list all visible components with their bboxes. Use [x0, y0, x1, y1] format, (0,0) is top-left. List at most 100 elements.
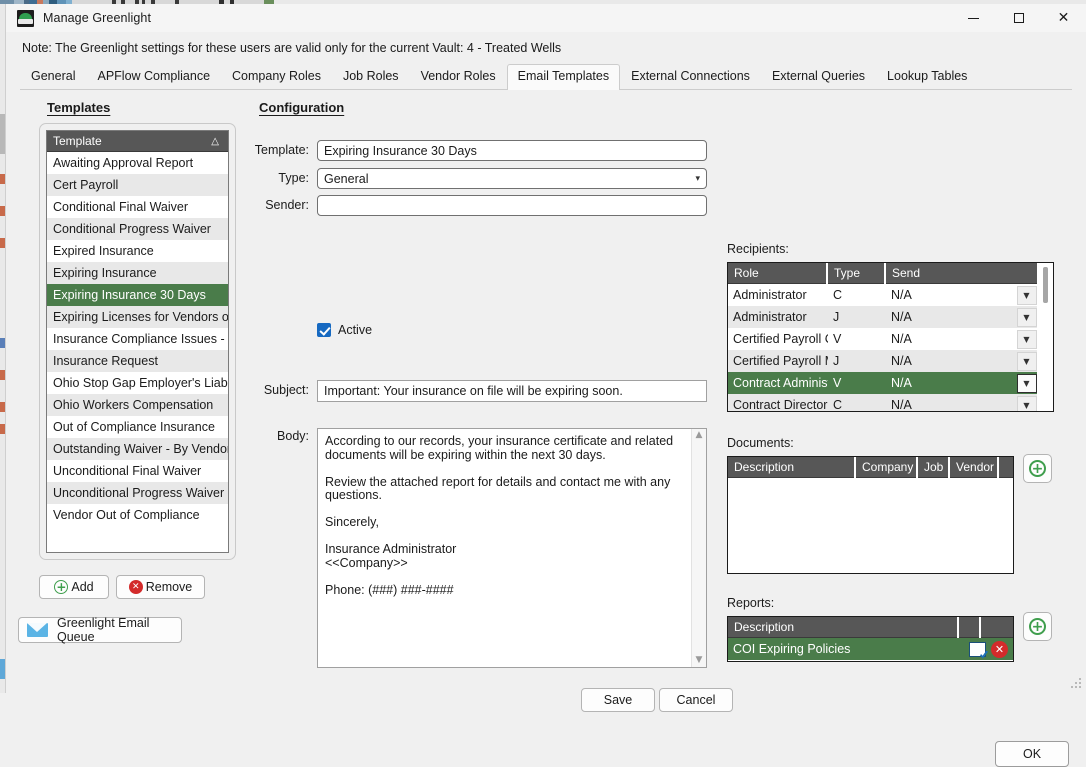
sort-ascending-icon: △: [211, 135, 219, 147]
template-list-item[interactable]: Expiring Licenses for Vendors on th...: [47, 306, 228, 328]
content-area: Templates Template △ Awaiting Approval R…: [6, 90, 1086, 767]
template-list-item[interactable]: Outstanding Waiver - By Vendor By...: [47, 438, 228, 460]
templates-column-header: Template: [53, 134, 102, 148]
template-list-item[interactable]: Vendor Out of Compliance: [47, 504, 228, 526]
recipient-role: Contract Director: [733, 398, 828, 411]
greenlight-app-icon: [17, 9, 34, 27]
add-template-button[interactable]: + Add: [39, 575, 109, 599]
maximize-button[interactable]: [996, 4, 1041, 32]
remove-template-button[interactable]: ✕ Remove: [116, 575, 205, 599]
tab-apflow-compliance[interactable]: APFlow Compliance: [86, 64, 221, 89]
reports-column-description: Description: [728, 617, 959, 638]
chevron-down-icon: ▼: [1016, 329, 1037, 349]
chevron-down-icon: ▼: [1016, 395, 1037, 411]
add-report-button[interactable]: +: [1023, 612, 1052, 641]
tab-email-templates[interactable]: Email Templates: [506, 64, 621, 90]
body-textarea[interactable]: According to our records, your insurance…: [318, 429, 691, 667]
subject-field-label: Subject:: [263, 383, 309, 397]
recipient-row[interactable]: Administrator J N/A ▼: [728, 306, 1037, 328]
manage-greenlight-window: Manage Greenlight ✕ Note: The Greenlight…: [5, 4, 1086, 767]
report-row[interactable]: COI Expiring Policies ✕: [728, 638, 1013, 660]
template-list-item-label: Expired Insurance: [53, 244, 154, 258]
recipient-type: V: [833, 376, 842, 390]
scroll-down-icon[interactable]: ▼: [696, 656, 703, 665]
email-queue-label: Greenlight Email Queue: [57, 616, 150, 644]
tab-general[interactable]: General: [20, 64, 86, 89]
recipient-send: N/A: [891, 376, 912, 390]
greenlight-email-queue-button[interactable]: Greenlight Email Queue: [18, 616, 182, 644]
recipient-send: N/A: [891, 354, 912, 368]
template-list-item[interactable]: Ohio Workers Compensation: [47, 394, 228, 416]
recipient-send-dropdown[interactable]: ▼: [1011, 350, 1037, 372]
body-scrollbar[interactable]: ▲ ▼: [691, 429, 706, 667]
recipients-label: Recipients:: [727, 242, 789, 256]
template-list-item[interactable]: Expiring Insurance: [47, 262, 228, 284]
template-list-item-label: Outstanding Waiver - By Vendor By...: [53, 442, 228, 456]
recipients-scrollbar[interactable]: [1037, 263, 1053, 411]
plus-circle-icon: +: [54, 580, 69, 594]
reports-grid[interactable]: Description COI Expiring Policies ✕: [727, 616, 1014, 662]
template-list-item[interactable]: Insurance Compliance Issues - Job: [47, 328, 228, 350]
close-button[interactable]: ✕: [1041, 4, 1086, 32]
recipients-grid[interactable]: Role Type Send Administrator C N/A ▼ Adminis…: [727, 262, 1054, 412]
recipient-row[interactable]: Certified Payroll M... J N/A ▼: [728, 350, 1037, 372]
recipient-send-dropdown[interactable]: ▼: [1011, 394, 1037, 411]
recipients-rows: Administrator C N/A ▼ Administrator J N/A ▼ Cert…: [728, 284, 1037, 411]
resize-grip[interactable]: [1071, 678, 1082, 689]
active-checkbox-label: Active: [338, 323, 373, 337]
template-list-item[interactable]: Expired Insurance: [47, 240, 228, 262]
recipient-row[interactable]: Certified Payroll C... V N/A ▼: [728, 328, 1037, 350]
template-list-item[interactable]: Unconditional Progress Waiver: [47, 482, 228, 504]
template-list-item[interactable]: Unconditional Final Waiver: [47, 460, 228, 482]
subject-input[interactable]: Important: Your insurance on file will b…: [317, 380, 707, 402]
scroll-up-icon[interactable]: ▲: [696, 431, 703, 440]
save-button[interactable]: Save: [581, 688, 655, 712]
ok-button[interactable]: OK: [995, 741, 1069, 767]
recipient-send-dropdown[interactable]: ▼: [1011, 306, 1037, 328]
template-list-item[interactable]: Expiring Insurance 30 Days: [47, 284, 228, 306]
tab-job-roles[interactable]: Job Roles: [332, 64, 410, 89]
tab-vendor-roles[interactable]: Vendor Roles: [410, 64, 507, 89]
documents-grid[interactable]: Description Company Job Vendor: [727, 456, 1014, 574]
template-list-item[interactable]: Out of Compliance Insurance: [47, 416, 228, 438]
recipient-row[interactable]: Administrator C N/A ▼: [728, 284, 1037, 306]
template-list-item-label: Ohio Stop Gap Employer's Liability: [53, 376, 228, 390]
tab-external-connections[interactable]: External Connections: [620, 64, 761, 89]
templates-list[interactable]: Template △ Awaiting Approval Report Cert …: [46, 130, 229, 553]
template-list-item-label: Cert Payroll: [53, 178, 119, 192]
tab-lookup-tables[interactable]: Lookup Tables: [876, 64, 978, 89]
active-checkbox[interactable]: Active: [317, 323, 372, 337]
recipient-send-dropdown[interactable]: ▼: [1011, 284, 1037, 306]
recipient-send-dropdown[interactable]: ▼: [1011, 372, 1037, 394]
tab-bar: General APFlow Compliance Company Roles …: [20, 64, 1072, 90]
add-document-button[interactable]: +: [1023, 454, 1052, 483]
template-list-item[interactable]: Cert Payroll: [47, 174, 228, 196]
recipient-row[interactable]: Contract Administ... V N/A ▼: [728, 372, 1037, 394]
template-list-item-label: Ohio Workers Compensation: [53, 398, 214, 412]
template-name-input[interactable]: Expiring Insurance 30 Days: [317, 140, 707, 161]
template-list-item-label: Conditional Progress Waiver: [53, 222, 211, 236]
edit-icon[interactable]: [969, 641, 986, 657]
template-list-item[interactable]: Insurance Request: [47, 350, 228, 372]
templates-rows: Awaiting Approval Report Cert Payroll Cond…: [47, 152, 228, 526]
recipient-send-dropdown[interactable]: ▼: [1011, 328, 1037, 350]
body-textarea-container: According to our records, your insurance…: [317, 428, 707, 668]
template-list-item-label: Expiring Insurance: [53, 266, 157, 280]
template-list-item-label: Expiring Insurance 30 Days: [53, 288, 206, 302]
template-list-item-label: Conditional Final Waiver: [53, 200, 189, 214]
type-select[interactable]: General ▾: [317, 168, 707, 189]
delete-icon[interactable]: ✕: [991, 640, 1008, 658]
sender-input[interactable]: [317, 195, 707, 216]
template-list-item[interactable]: Conditional Final Waiver: [47, 196, 228, 218]
recipients-scrollbar-thumb[interactable]: [1043, 267, 1048, 303]
templates-group-box: Template △ Awaiting Approval Report Cert …: [39, 123, 236, 560]
recipient-row[interactable]: Contract Director C N/A ▼: [728, 394, 1037, 411]
tab-company-roles[interactable]: Company Roles: [221, 64, 332, 89]
minimize-button[interactable]: [951, 4, 996, 32]
tab-external-queries[interactable]: External Queries: [761, 64, 876, 89]
template-list-item[interactable]: Awaiting Approval Report: [47, 152, 228, 174]
recipient-send: N/A: [891, 332, 912, 346]
template-list-item[interactable]: Ohio Stop Gap Employer's Liability: [47, 372, 228, 394]
template-list-item[interactable]: Conditional Progress Waiver: [47, 218, 228, 240]
cancel-button[interactable]: Cancel: [659, 688, 733, 712]
